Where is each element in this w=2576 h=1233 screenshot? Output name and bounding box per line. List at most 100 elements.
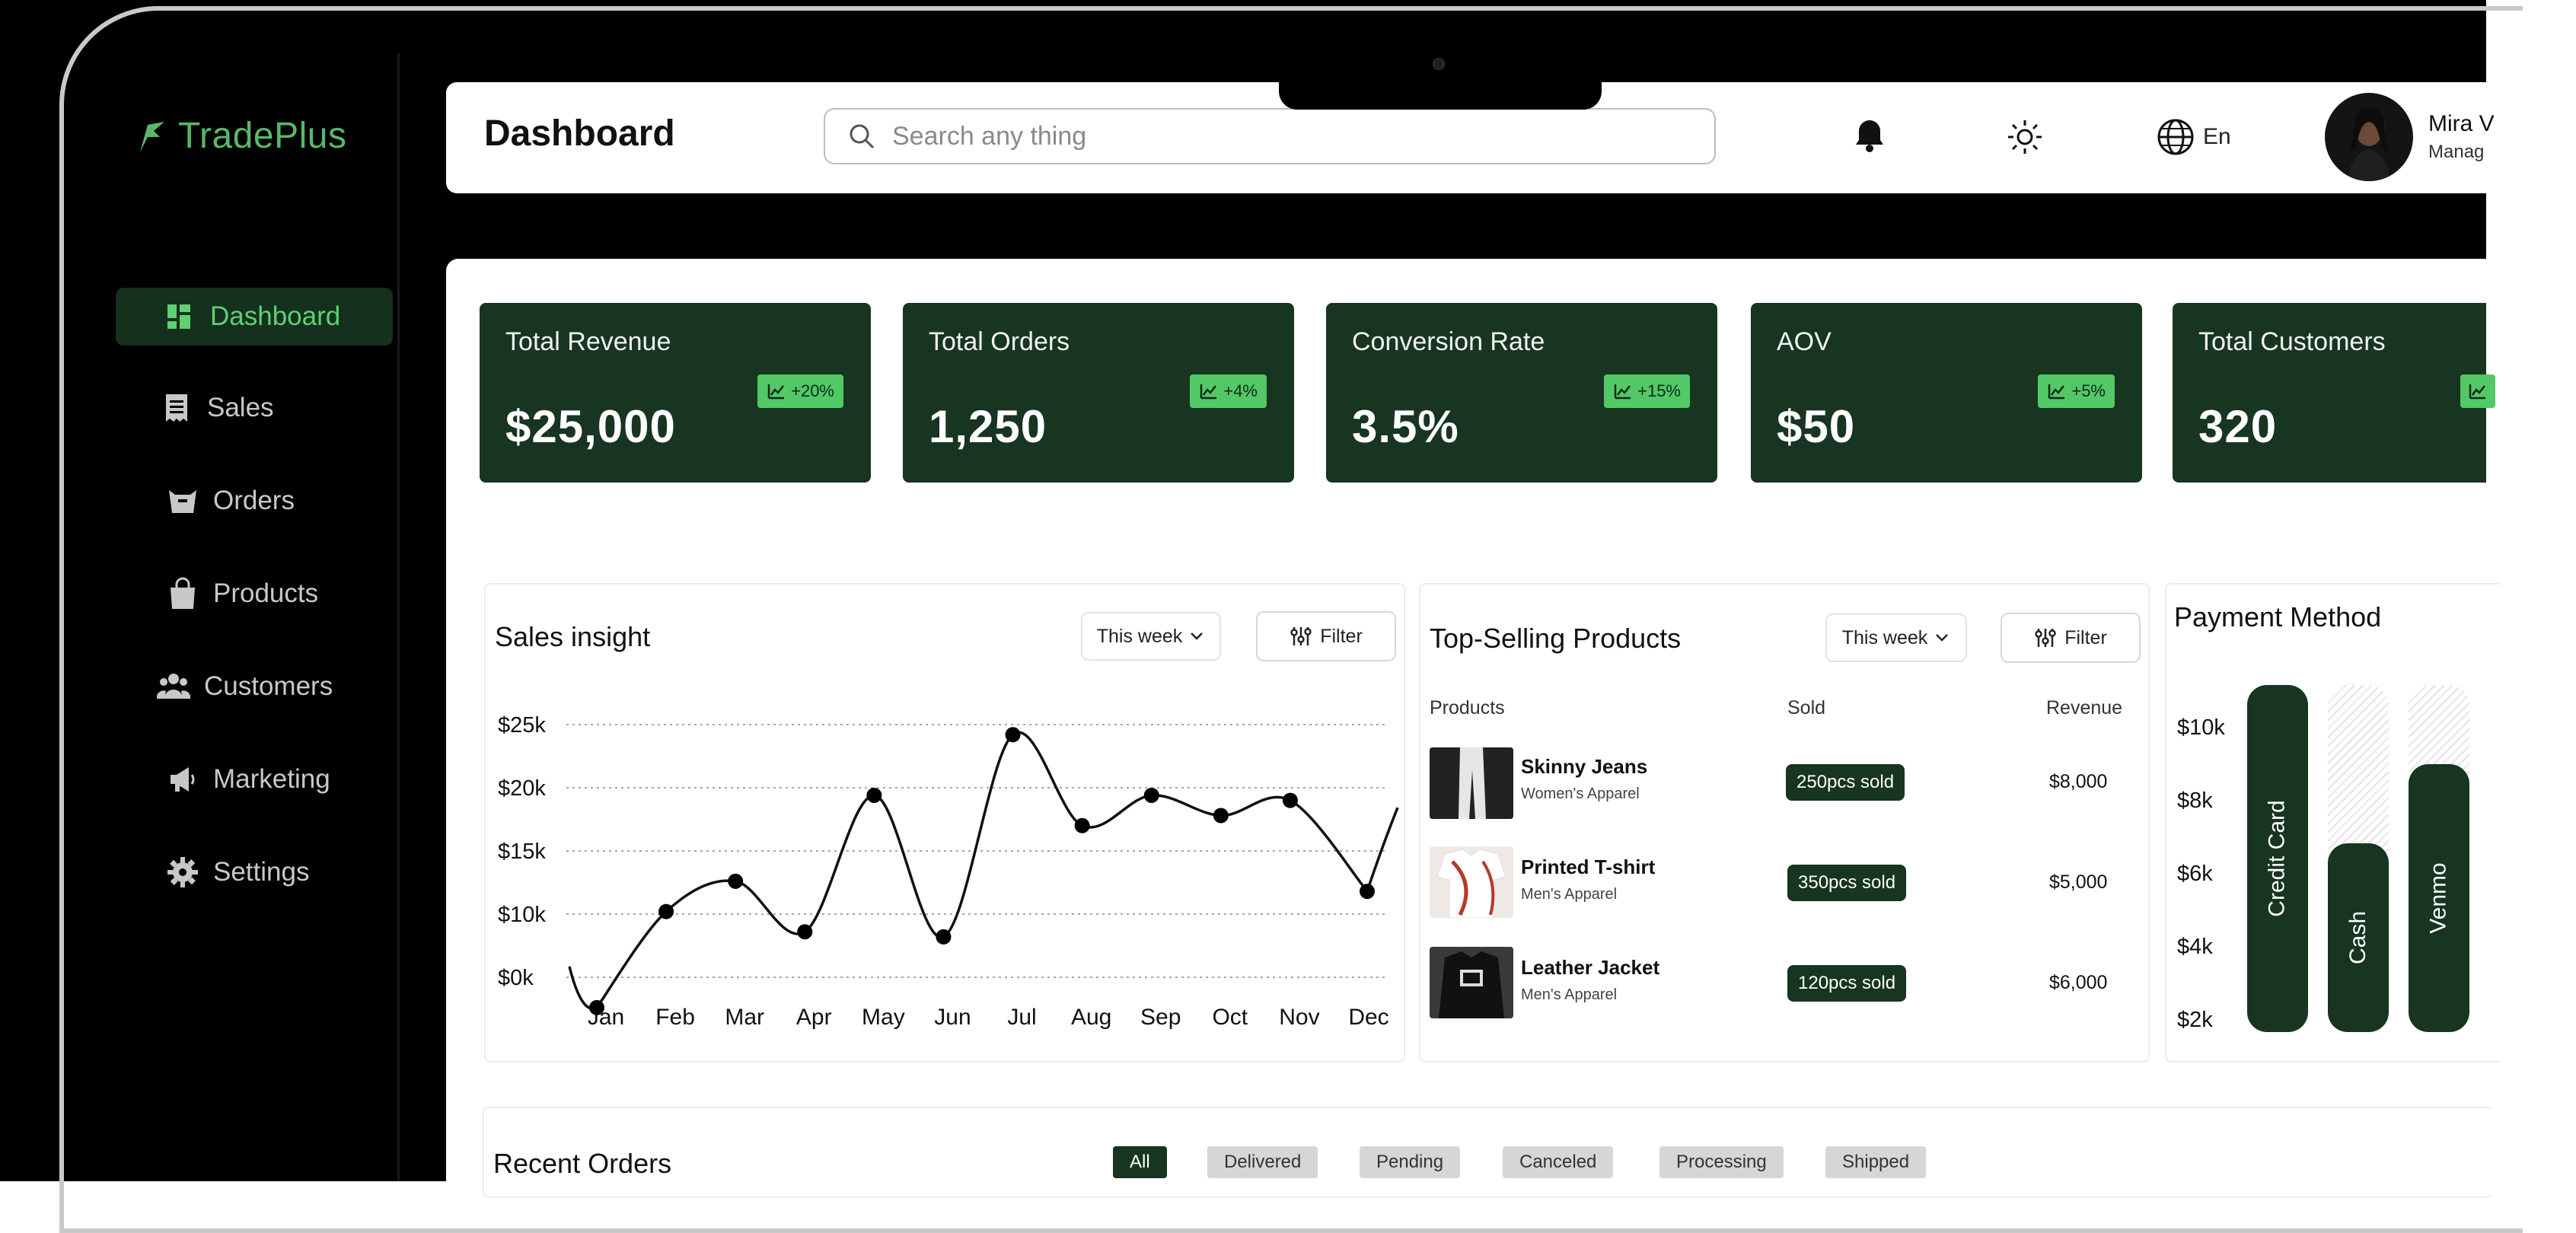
- data-point[interactable]: [1213, 808, 1229, 824]
- bar-background: [2328, 685, 2389, 866]
- product-thumbnail[interactable]: [1430, 846, 1513, 918]
- dropdown-label: This week: [1096, 625, 1183, 647]
- kpi-change-badge: +15%: [1604, 374, 1690, 408]
- data-point[interactable]: [866, 787, 882, 803]
- recent-orders-panel: [483, 1107, 2492, 1198]
- user-role: Manag: [2428, 142, 2485, 162]
- y-tick-label: $6k: [2177, 862, 2213, 886]
- y-tick-label: $4k: [2177, 935, 2213, 959]
- sold-badge: 350pcs sold: [1787, 865, 1907, 901]
- sidebar-item-products[interactable]: Products: [166, 577, 318, 610]
- sold-badge: 120pcs sold: [1787, 965, 1907, 1002]
- x-tick-label: Mar: [725, 1005, 764, 1030]
- kpi-value: 320: [2198, 401, 2278, 452]
- kpi-label: Total Customers: [2198, 327, 2386, 356]
- payment-bar[interactable]: Credit Card: [2247, 685, 2308, 1032]
- top-selling-filter-button[interactable]: Filter: [2001, 613, 2141, 663]
- sidebar-item-dashboard[interactable]: Dashboard: [116, 288, 393, 346]
- product-thumbnail[interactable]: [1430, 747, 1513, 819]
- kpi-card-total-orders[interactable]: Total Orders 1,250 +4%: [903, 303, 1294, 483]
- sidebar-item-label: Customers: [204, 671, 333, 701]
- sidebar-item-customers[interactable]: Customers: [157, 670, 333, 703]
- sales-insight-chart: $25k$20k$15k$10k$0kJan Feb Mar Apr May Jun Jul…: [498, 713, 1399, 1030]
- gear-icon: [167, 857, 198, 887]
- dropdown-label: This week: [1841, 626, 1928, 648]
- sidebar-item-settings[interactable]: Settings: [166, 855, 309, 889]
- sidebar-item-label: Orders: [213, 486, 295, 515]
- bar-label: Cash: [2345, 910, 2370, 965]
- kpi-card-total-customers[interactable]: Total Customers 320: [2173, 303, 2495, 483]
- jacket-image-icon: [1430, 947, 1513, 1018]
- search-input[interactable]: [891, 120, 1579, 152]
- sidebar-item-label: Sales: [207, 393, 274, 422]
- x-tick-label: Feb: [655, 1005, 695, 1030]
- language-selector[interactable]: En: [2156, 117, 2231, 157]
- kpi-label: Total Orders: [929, 327, 1070, 356]
- megaphone-icon: [171, 767, 195, 792]
- kpi-value: $50: [1777, 401, 1856, 452]
- product-revenue: $8,000: [2049, 771, 2108, 792]
- data-point[interactable]: [1360, 884, 1375, 900]
- x-tick-label: Sep: [1140, 1005, 1181, 1030]
- kpi-change: +4%: [1223, 381, 1258, 400]
- kpi-card-conversion-rate[interactable]: Conversion Rate 3.5% +15%: [1326, 303, 1717, 483]
- x-tick-label: Apr: [796, 1005, 832, 1030]
- data-point[interactable]: [1074, 817, 1090, 833]
- bell-icon[interactable]: [1850, 116, 1889, 155]
- filter-chip-shipped[interactable]: Shipped: [1825, 1146, 1927, 1178]
- product-category: Men's Apparel: [1521, 886, 1618, 903]
- data-point[interactable]: [1143, 787, 1159, 803]
- kpi-card-total-revenue[interactable]: Total Revenue $25,000 +20%: [480, 303, 871, 483]
- sidebar-item-label: Settings: [213, 857, 310, 887]
- data-point[interactable]: [728, 873, 744, 889]
- page-title: Dashboard: [484, 113, 675, 154]
- theme-toggle-icon[interactable]: [2005, 117, 2045, 157]
- product-thumbnail[interactable]: [1430, 947, 1513, 1018]
- sidebar-item-label: Products: [213, 578, 319, 608]
- receipt-icon: [166, 394, 187, 422]
- sidebar-item-sales[interactable]: Sales: [160, 391, 274, 425]
- y-tick-label: $20k: [498, 776, 546, 801]
- sidebar-item-orders[interactable]: Orders: [166, 484, 295, 518]
- tshirt-image-icon: [1430, 846, 1513, 918]
- payment-bar[interactable]: Venmo: [2409, 764, 2469, 1032]
- avatar[interactable]: [2325, 93, 2413, 181]
- x-tick-label: Nov: [1279, 1005, 1319, 1030]
- filter-chip-all[interactable]: All: [1113, 1146, 1167, 1178]
- top-selling-period-dropdown[interactable]: This week: [1825, 613, 1967, 662]
- sales-filter-button[interactable]: Filter: [1256, 611, 1396, 661]
- filter-chip-delivered[interactable]: Delivered: [1207, 1146, 1318, 1178]
- sidebar-item-marketing[interactable]: Marketing: [166, 763, 330, 796]
- data-point[interactable]: [797, 924, 813, 940]
- y-tick-label: $0k: [498, 966, 534, 990]
- kpi-change: +20%: [791, 381, 834, 400]
- search-box[interactable]: [824, 108, 1716, 164]
- data-point[interactable]: [1005, 727, 1021, 743]
- recent-orders-title: Recent Orders: [493, 1148, 672, 1179]
- top-selling-title: Top-Selling Products: [1430, 623, 1682, 654]
- users-icon: [157, 674, 190, 699]
- data-point[interactable]: [1282, 792, 1298, 808]
- filter-chip-processing[interactable]: Processing: [1659, 1146, 1784, 1178]
- dashboard-icon: [167, 304, 190, 329]
- x-tick-label: Dec: [1348, 1005, 1388, 1030]
- app-logo[interactable]: TradePlus: [129, 114, 346, 157]
- payment-bar[interactable]: Cash: [2328, 843, 2389, 1032]
- product-name: Leather Jacket: [1521, 956, 1660, 979]
- data-point[interactable]: [936, 929, 952, 945]
- product-name: Printed T-shirt: [1521, 855, 1656, 878]
- chevron-down-icon: [1191, 632, 1204, 640]
- kpi-value: 1,250: [929, 401, 1047, 452]
- kpi-change-badge: +5%: [2038, 374, 2115, 408]
- box-icon: [169, 490, 196, 513]
- kpi-change-badge: +4%: [1190, 374, 1267, 408]
- y-tick-label: $2k: [2177, 1008, 2213, 1032]
- kpi-card-aov[interactable]: AOV $50 +5%: [1751, 303, 2142, 483]
- data-point[interactable]: [658, 903, 674, 919]
- data-point[interactable]: [589, 999, 604, 1015]
- filter-chip-canceled[interactable]: Canceled: [1503, 1146, 1614, 1178]
- filter-chip-pending[interactable]: Pending: [1360, 1146, 1461, 1178]
- product-revenue: $5,000: [2049, 871, 2108, 893]
- column-header-sold: Sold: [1787, 697, 1826, 718]
- sales-period-dropdown[interactable]: This week: [1081, 612, 1221, 661]
